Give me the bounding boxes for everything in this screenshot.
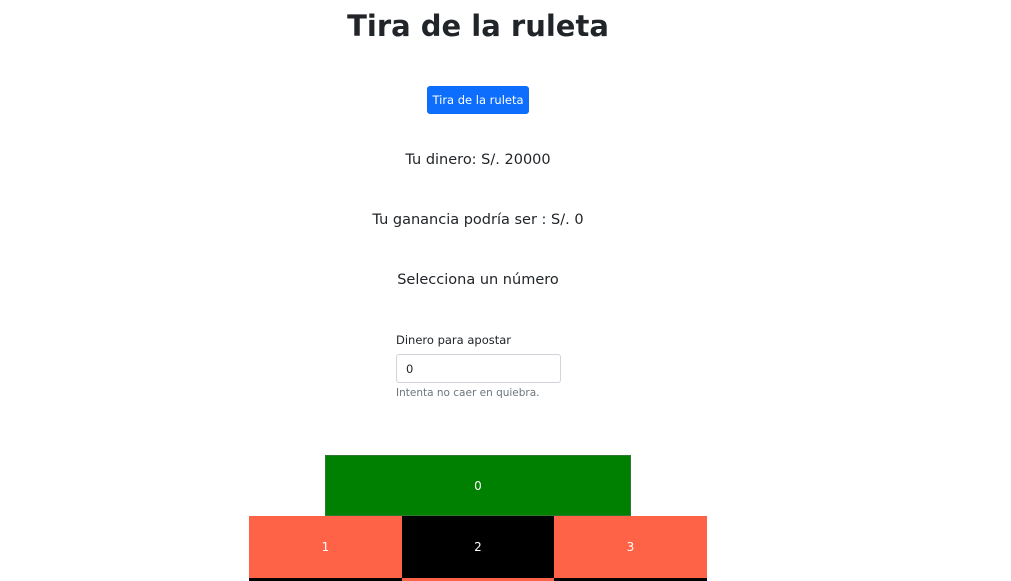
- bet-form: Dinero para apostar Intenta no caer en q…: [396, 332, 596, 400]
- select-number-prompt: Selecciona un número: [397, 272, 559, 288]
- spin-roulette-button[interactable]: Tira de la ruleta: [427, 86, 529, 114]
- roulette-cell-1[interactable]: 1: [249, 516, 402, 578]
- bet-amount-label: Dinero para apostar: [396, 333, 512, 347]
- bet-amount-input[interactable]: [396, 354, 561, 383]
- roulette-cell-3[interactable]: 3: [554, 516, 707, 578]
- page-title: Tira de la ruleta: [347, 9, 609, 43]
- roulette-page: Tira de la ruleta Tira de la ruleta Tu d…: [0, 0, 1011, 581]
- spin-button-wrapper: Tira de la ruleta: [427, 86, 529, 114]
- roulette-cell-0[interactable]: 0: [325, 455, 631, 516]
- bet-help-text: Intenta no caer en quiebra.: [396, 387, 540, 399]
- potential-gain-display: Tu ganancia podría ser : S/. 0: [372, 212, 584, 228]
- money-display: Tu dinero: S/. 20000: [405, 152, 551, 168]
- roulette-cell-2[interactable]: 2: [402, 516, 554, 578]
